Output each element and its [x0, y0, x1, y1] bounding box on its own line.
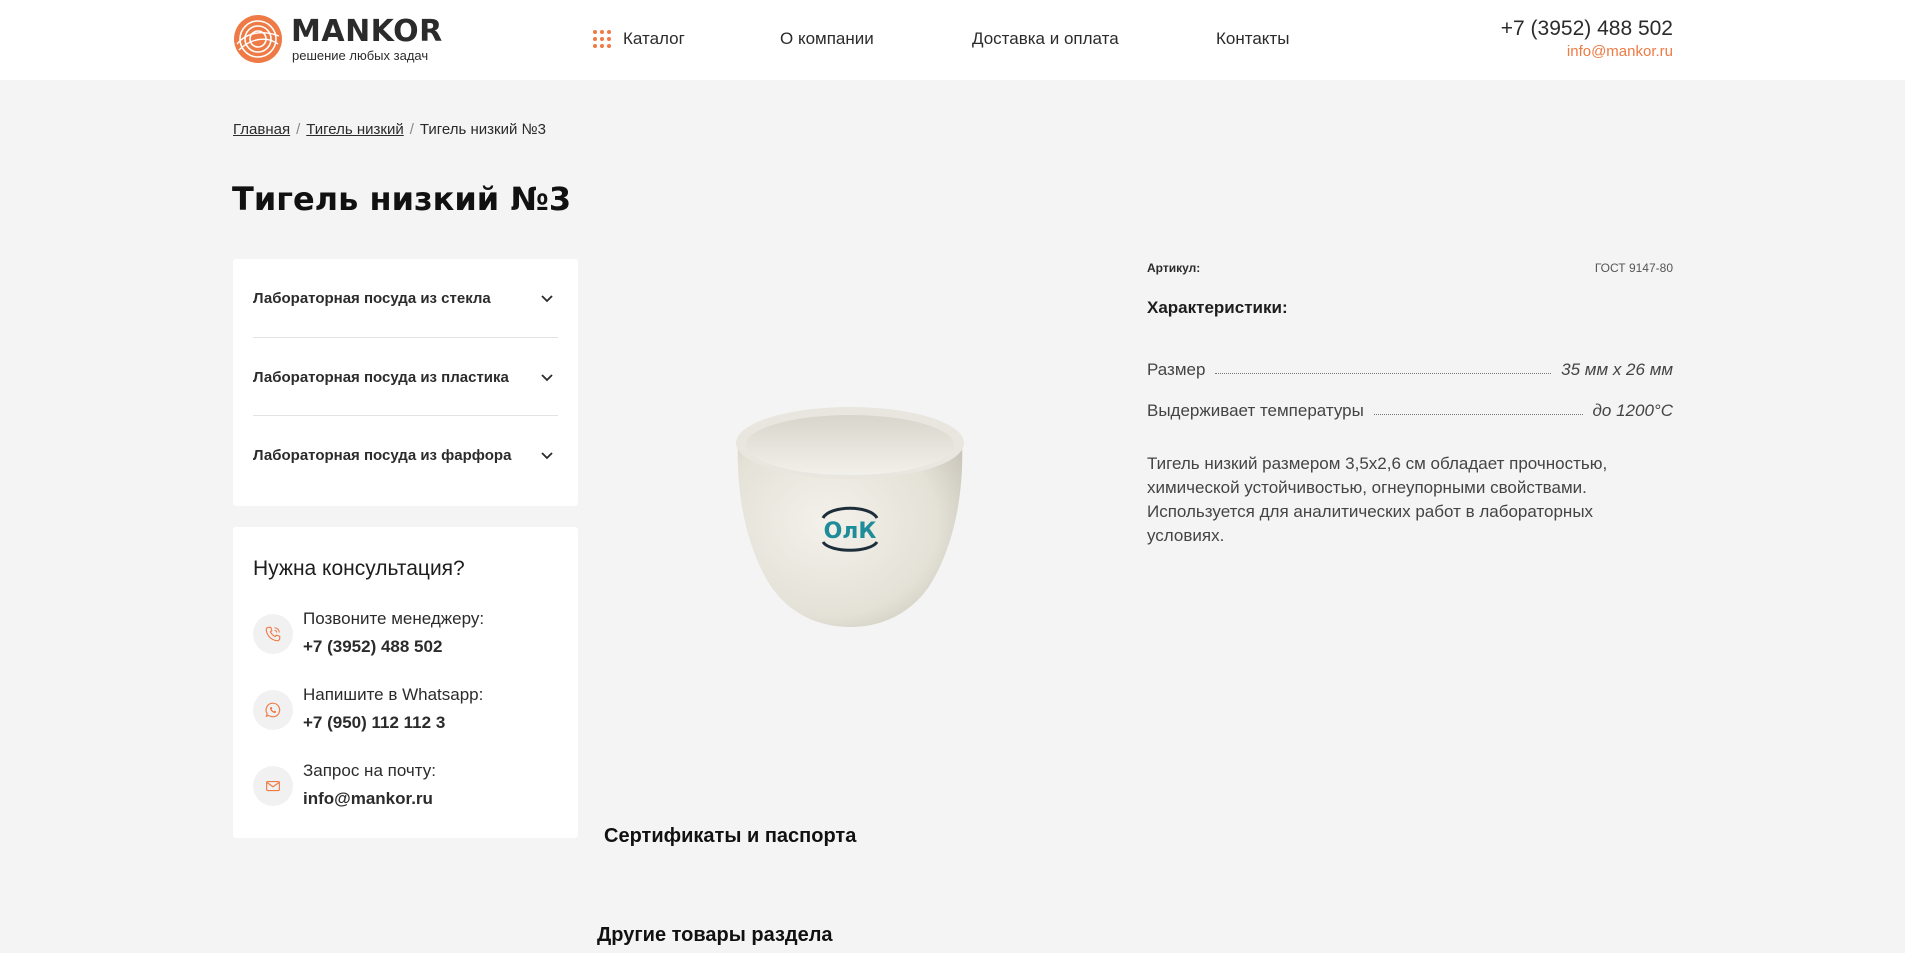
product-image[interactable]: ОлК [730, 395, 970, 645]
sku-row: Артикул: ГОСТ 9147-80 [1147, 260, 1673, 276]
certificates-heading: Сертификаты и паспорта [604, 825, 857, 847]
phone-icon [253, 614, 293, 654]
mail-icon [253, 766, 293, 806]
spec-row-size: Размер 35 мм х 26 мм [1147, 359, 1673, 381]
spec-dots [1373, 413, 1583, 415]
sidebar-category-porcelain[interactable]: Лабораторная посуда из фарфора [253, 416, 558, 494]
logo-tagline: решение любых задач [292, 48, 429, 63]
header-phone-link[interactable]: +7 (3952) 488 502 [1501, 17, 1673, 41]
category-label: Лабораторная посуда из стекла [253, 289, 491, 307]
breadcrumb-separator: / [409, 121, 414, 138]
spec-value: до 1200°C [1592, 401, 1673, 420]
product-description: Тигель низкий размером 3,5х2,6 см облада… [1147, 454, 1608, 545]
email-link[interactable]: info@mankor.ru [303, 789, 433, 809]
breadcrumb: Главная / Тигель низкий / Тигель низкий №3 [233, 121, 546, 139]
page-title: Тигель низкий №3 [232, 180, 572, 218]
manager-phone-link[interactable]: +7 (3952) 488 502 [303, 637, 442, 657]
category-label: Лабораторная посуда из пластика [253, 368, 509, 386]
contact-row-email: Запрос на почту: info@mankor.ru [253, 761, 563, 817]
breadcrumb-separator: / [296, 121, 301, 138]
sidebar-categories: Лабораторная посуда из стекла Лабораторн… [233, 259, 578, 506]
chevron-down-icon [541, 374, 553, 382]
sidebar-category-glass[interactable]: Лабораторная посуда из стекла [253, 259, 558, 337]
contact-row-whatsapp: Напишите в Whatsapp: +7 (950) 112 112 3 [253, 685, 563, 741]
nav-catalog[interactable]: Каталог [593, 29, 685, 49]
nav-catalog-label: Каталог [623, 29, 685, 48]
svg-text:ОлК: ОлК [824, 519, 877, 544]
spec-dots [1215, 372, 1552, 374]
logo-name: MANKOR [291, 14, 443, 49]
category-label: Лабораторная посуда из фарфора [253, 446, 512, 464]
consultation-title: Нужна консультация? [253, 557, 465, 580]
spec-name: Размер [1147, 360, 1206, 379]
sku-value: ГОСТ 9147-80 [1594, 261, 1673, 275]
consultation-card: Нужна консультация? Позвоните менеджеру:… [233, 527, 578, 838]
specs-title: Характеристики: [1147, 298, 1288, 317]
header-email-link[interactable]: info@mankor.ru [1567, 43, 1673, 61]
breadcrumb-home[interactable]: Главная [233, 121, 290, 138]
whatsapp-phone-link[interactable]: +7 (950) 112 112 3 [303, 713, 445, 733]
breadcrumb-current: Тигель низкий №3 [419, 121, 546, 138]
other-products-heading: Другие товары раздела [597, 924, 833, 946]
contact-label: Запрос на почту: [303, 761, 436, 780]
spec-name: Выдерживает температуры [1147, 401, 1364, 420]
site-header: MANKOR решение любых задач Каталог О ком… [0, 0, 1905, 80]
breadcrumb-category[interactable]: Тигель низкий [306, 121, 403, 138]
contact-label: Напишите в Whatsapp: [303, 685, 484, 704]
logo-link[interactable]: MANKOR решение любых задач [233, 14, 443, 66]
chevron-down-icon [541, 452, 553, 460]
nav-delivery[interactable]: Доставка и оплата [972, 29, 1119, 49]
spec-value: 35 мм х 26 мм [1561, 360, 1673, 379]
sku-label: Артикул: [1147, 261, 1201, 275]
grid-dots-icon [593, 30, 611, 48]
sidebar-category-plastic[interactable]: Лабораторная посуда из пластика [253, 338, 558, 416]
spec-row-temperature: Выдерживает температуры до 1200°C [1147, 400, 1673, 422]
nav-contacts[interactable]: Контакты [1216, 29, 1289, 49]
nav-about[interactable]: О компании [780, 29, 874, 49]
chevron-down-icon [541, 295, 553, 303]
logo-icon [234, 15, 282, 63]
whatsapp-icon [253, 690, 293, 730]
contact-label: Позвоните менеджеру: [303, 609, 485, 628]
contact-row-phone: Позвоните менеджеру: +7 (3952) 488 502 [253, 609, 563, 665]
